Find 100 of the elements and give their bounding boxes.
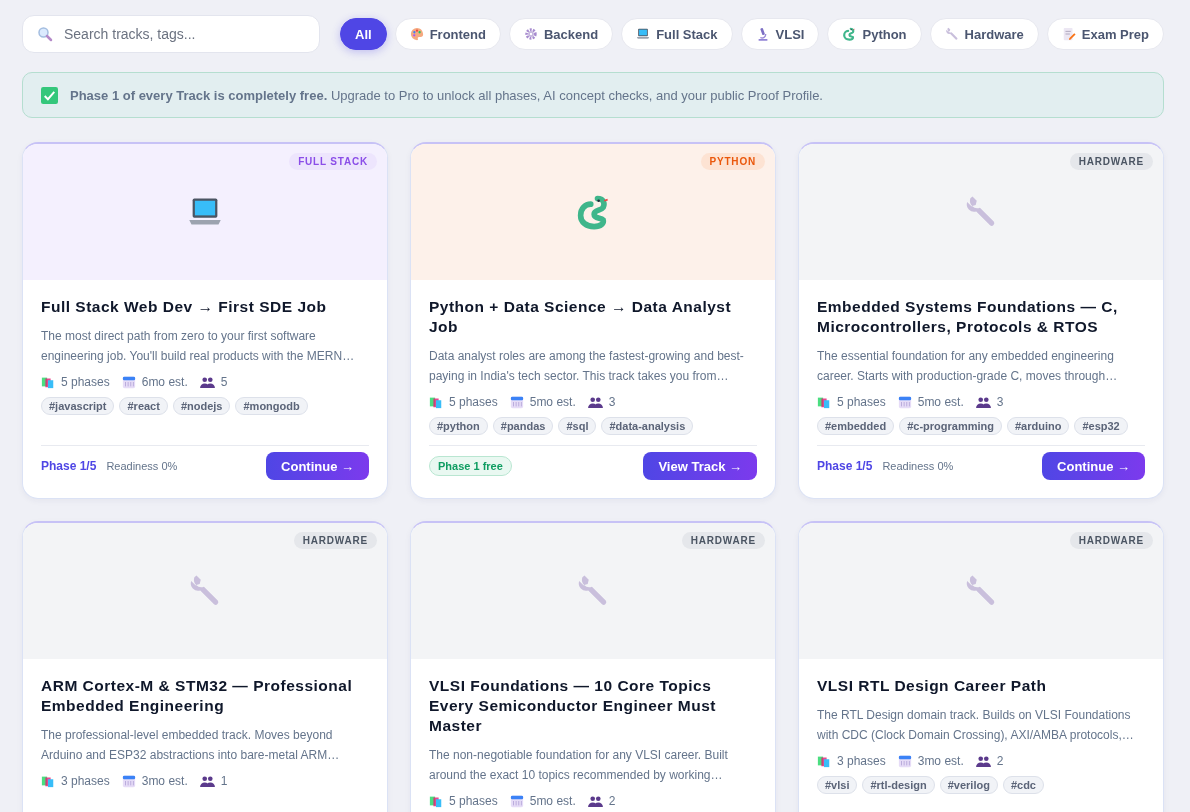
phase-count: 5 phases bbox=[449, 794, 498, 808]
continue-button[interactable]: Continue → bbox=[1042, 452, 1145, 480]
view-track-button[interactable]: View Track → bbox=[643, 452, 757, 480]
books-icon bbox=[41, 774, 55, 788]
tag-chip: #react bbox=[119, 397, 168, 415]
people-icon bbox=[975, 395, 991, 409]
phase-label: Phase 1/5 bbox=[817, 459, 873, 473]
tag-chip: #javascript bbox=[41, 397, 115, 415]
tag-chip: #esp32 bbox=[1074, 417, 1128, 435]
learner-count: 1 bbox=[220, 774, 228, 788]
track-description: The essential foundation for any embedded engineering career. Starts with production-grade C, moves through… bbox=[817, 348, 1119, 385]
duration-estimate: 5mo est. bbox=[529, 395, 576, 409]
calendar-icon bbox=[897, 395, 912, 409]
duration-estimate: 5mo est. bbox=[529, 794, 576, 808]
palette-icon bbox=[409, 27, 424, 41]
books-icon bbox=[429, 794, 443, 808]
category-badge: FULL STACK bbox=[289, 153, 377, 170]
calendar-icon bbox=[121, 774, 136, 788]
checkmark-icon bbox=[41, 86, 58, 104]
books-icon bbox=[817, 754, 831, 768]
snake-icon bbox=[842, 27, 857, 41]
people-icon bbox=[587, 395, 603, 409]
people-icon bbox=[199, 375, 215, 389]
duration-estimate: 5mo est. bbox=[917, 395, 964, 409]
tag-chip: #python bbox=[429, 417, 488, 435]
learner-count: 2 bbox=[608, 794, 616, 808]
memo-icon bbox=[1061, 27, 1076, 41]
track-title: Full Stack Web Dev → First SDE Job bbox=[41, 297, 328, 317]
people-icon bbox=[975, 754, 991, 768]
people-icon bbox=[587, 794, 603, 808]
phase-count: 5 phases bbox=[837, 395, 886, 409]
filter-tab[interactable]: VLSI bbox=[740, 18, 820, 50]
phase-count: 3 phases bbox=[61, 774, 110, 788]
calendar-icon bbox=[897, 754, 912, 768]
track-card[interactable] bbox=[798, 142, 1164, 499]
readiness-label: Readiness 0% bbox=[106, 460, 178, 472]
snake-icon bbox=[575, 194, 611, 230]
books-icon bbox=[429, 395, 443, 409]
laptop-icon bbox=[636, 27, 651, 41]
tag-chip: #cdc bbox=[1002, 776, 1044, 794]
filter-tab[interactable]: Frontend bbox=[394, 18, 501, 50]
search-icon bbox=[37, 26, 53, 42]
tag-chip: #pandas bbox=[492, 417, 554, 435]
phase-count: 3 phases bbox=[837, 754, 886, 768]
phase-count: 5 phases bbox=[61, 375, 110, 389]
tag-chip: #embedded bbox=[817, 417, 895, 435]
phase-count: 5 phases bbox=[449, 395, 498, 409]
duration-estimate: 6mo est. bbox=[141, 375, 188, 389]
banner-text: Phase 1 of every Track is completely free. Upgrade to Pro to unlock all phases, AI concept checks, and your public Proof Profile. bbox=[70, 87, 823, 103]
filter-tab[interactable]: Exam Prep bbox=[1046, 18, 1164, 50]
tag-chip: #nodejs bbox=[172, 397, 231, 415]
people-icon bbox=[199, 774, 215, 788]
duration-estimate: 3mo est. bbox=[917, 754, 964, 768]
learner-count: 2 bbox=[996, 754, 1004, 768]
books-icon bbox=[817, 395, 831, 409]
learner-count: 3 bbox=[996, 395, 1004, 409]
search-field[interactable]: Search tracks, tags... bbox=[22, 15, 320, 53]
category-badge: HARDWARE bbox=[1069, 153, 1153, 170]
tag-chip: #data-analysis bbox=[601, 417, 694, 435]
filter-tab[interactable]: All bbox=[340, 18, 387, 50]
tag-chip: #arduino bbox=[1006, 417, 1070, 435]
filter-tab[interactable]: Python bbox=[827, 18, 922, 50]
track-card[interactable] bbox=[410, 142, 776, 499]
filter-tab[interactable]: Full Stack bbox=[621, 18, 733, 50]
learner-count: 3 bbox=[608, 395, 616, 409]
track-card[interactable] bbox=[410, 521, 776, 812]
tag-chip: #c-programming bbox=[899, 417, 1002, 435]
tag-chip: #rtl-design bbox=[862, 776, 935, 794]
readiness-label: Readiness 0% bbox=[882, 460, 954, 472]
duration-estimate: 3mo est. bbox=[141, 774, 188, 788]
search-input[interactable]: Search tracks, tags... bbox=[62, 25, 305, 43]
wrench-icon bbox=[944, 27, 959, 41]
filter-tab[interactable]: Backend bbox=[508, 18, 614, 50]
track-card[interactable] bbox=[22, 142, 388, 499]
track-title: Python + Data Science → Data Analyst Job bbox=[429, 297, 733, 337]
track-card[interactable]: HARDWARE ARM Cortex-M & STM32 — Professional Embedded Engineering The professional-level embedded track. Moves beyond Arduino and ESP32 abstractions into bare-metal ARM… 3 phases 3mo est. 1 bbox=[22, 521, 388, 812]
track-description: Data analyst roles are among the fastest-growing and best-paying in India's tech sector. This track takes you from… bbox=[429, 348, 745, 385]
filter-tab[interactable]: Hardware bbox=[929, 18, 1039, 50]
free-badge: Phase 1 free bbox=[429, 456, 512, 476]
phase-label: Phase 1/5 bbox=[41, 459, 97, 473]
track-description: The non-negotiable foundation for any VLSI career. Built around the exact 10 topics recommended by working… bbox=[429, 747, 729, 784]
continue-button[interactable]: Continue → bbox=[266, 452, 369, 480]
category-badge: HARDWARE bbox=[681, 532, 765, 549]
track-title: VLSI Foundations — 10 Core Topics Every Semiconductor Engineer Must Master bbox=[429, 676, 717, 736]
track-description: The professional-level embedded track. Moves beyond Arduino and ESP32 abstractions into bare-metal ARM… bbox=[41, 727, 341, 764]
calendar-icon bbox=[121, 375, 136, 389]
calendar-icon bbox=[509, 395, 524, 409]
category-badge: PYTHON bbox=[700, 153, 765, 170]
calendar-icon bbox=[509, 794, 524, 808]
tag-chip: #mongodb bbox=[235, 397, 308, 415]
track-description: The most direct path from zero to your first software engineering job. You'll build real products with the MERN… bbox=[41, 328, 356, 365]
tag-chip: #verilog bbox=[939, 776, 998, 794]
tag-chip: #sql bbox=[558, 417, 597, 435]
category-badge: HARDWARE bbox=[293, 532, 377, 549]
track-title: ARM Cortex-M & STM32 — Professional Embedded Engineering bbox=[41, 676, 354, 716]
tag-chip: #vlsi bbox=[817, 776, 858, 794]
gear-icon bbox=[523, 27, 538, 41]
learner-count: 5 bbox=[220, 375, 228, 389]
track-card[interactable]: HARDWARE VLSI RTL Design Career Path The RTL Design domain track. Builds on VLSI Foundations with CDC (Clock Domain Crossing), AXI/AMBA protocols,… 3 phases 3mo est. 2 #vlsi #rtl-design #verilog #cdc bbox=[798, 521, 1164, 812]
track-title: VLSI RTL Design Career Path bbox=[817, 676, 1048, 696]
